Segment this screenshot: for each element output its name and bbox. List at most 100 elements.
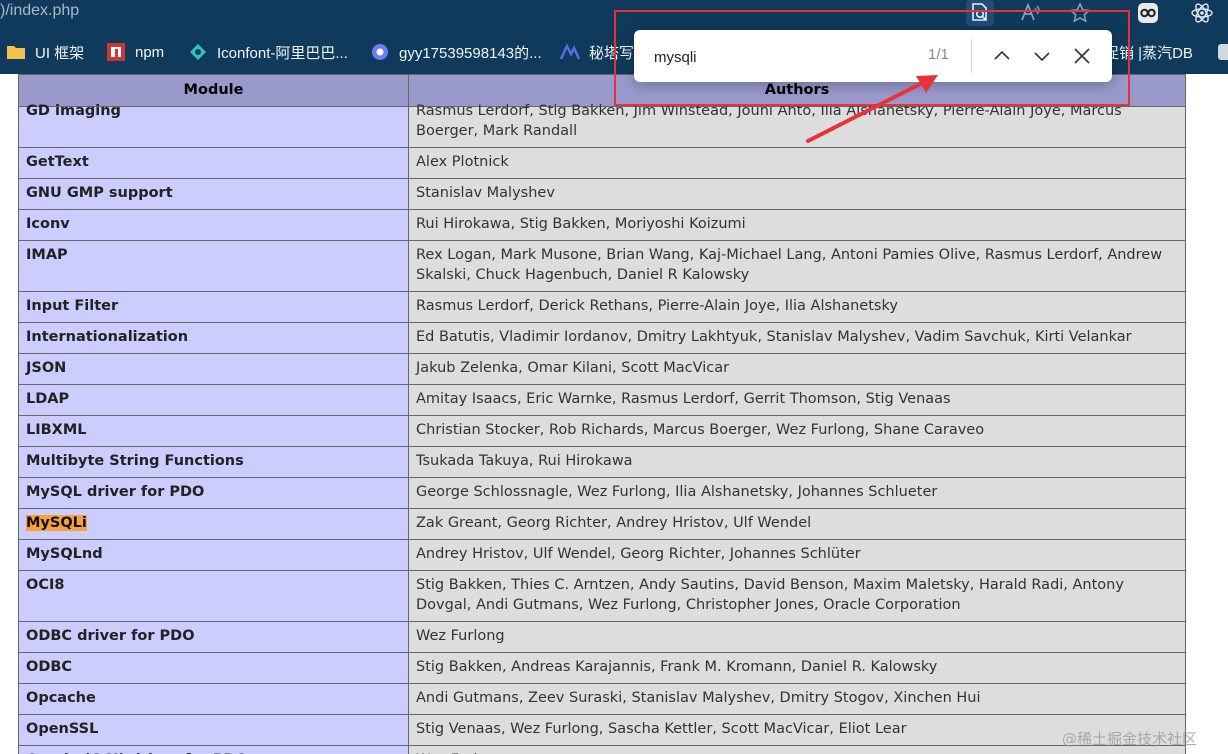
- extension-icon[interactable]: [1134, 0, 1162, 26]
- bookmark-label: gyy17539598143的...: [399, 44, 542, 62]
- module-cell: JSON: [18, 353, 409, 385]
- bookmark-label: npm: [135, 43, 165, 61]
- bookmark-label: 促销 |蒸汽DB: [1104, 44, 1193, 62]
- authors-text: Rasmus Lerdorf, Stig Bakken, Jim Winstea…: [416, 103, 1122, 139]
- module-cell: MySQLnd: [18, 539, 409, 571]
- authors-cell: George Schlossnagle, Wez Furlong, Ilia A…: [408, 477, 1186, 509]
- page-content: Module Authors GD imaging Rasmus Lerdorf,…: [0, 74, 1228, 754]
- table-row: MySQLi Zak Greant, Georg Richter, Andrey …: [18, 508, 1186, 540]
- find-input[interactable]: [654, 45, 924, 69]
- table-row: GetText Alex Plotnick: [18, 147, 1186, 179]
- bookmark-npm[interactable]: npm: [106, 30, 164, 74]
- authors-cell: Ed Batutis, Vladimir Iordanov, Dmitry La…: [408, 322, 1186, 354]
- find-close-button[interactable]: [1069, 43, 1095, 69]
- module-name: JSON: [26, 360, 67, 376]
- bookmark-metaso[interactable]: 秘塔写: [560, 30, 634, 74]
- module-name: LIBXML: [26, 422, 87, 438]
- authors-cell: Stig Bakken, Andreas Karajannis, Frank M…: [408, 652, 1186, 684]
- steamdb-icon: [1218, 44, 1228, 60]
- table-row: Oracle (OCI) driver for PDOWez Furlong: [18, 745, 1186, 754]
- watermark: @稀土掘金技术社区: [1062, 730, 1198, 748]
- module-name: OCI8: [26, 577, 65, 593]
- table-row: OCI8 Stig Bakken, Thies C. Arntzen, Andy …: [18, 570, 1186, 622]
- module-name: ODBC: [26, 659, 73, 675]
- authors-cell: Stanislav Malyshev: [408, 178, 1186, 210]
- table-row: GNU GMP support Stanislav Malyshev: [18, 178, 1186, 210]
- bookmark-label: 秘塔写: [589, 44, 635, 62]
- module-name-highlighted: MySQLi: [26, 515, 87, 531]
- module-cell: MySQL driver for PDO: [18, 477, 409, 509]
- module-name: OpenSSL: [26, 721, 99, 737]
- table-row: Input Filter Rasmus Lerdorf, Derick Retha…: [18, 291, 1186, 323]
- authors-text: Christian Stocker, Rob Richards, Marcus …: [416, 422, 985, 438]
- favorite-star-icon[interactable]: [1066, 0, 1094, 26]
- find-next-button[interactable]: [1029, 43, 1055, 69]
- find-separator: [971, 39, 972, 73]
- authors-cell: Tsukada Takuya, Rui Hirokawa: [408, 446, 1186, 478]
- chevron-down-icon: [1034, 52, 1050, 62]
- bookmark-more[interactable]: [1216, 30, 1228, 74]
- module-name: Multibyte String Functions: [26, 453, 244, 469]
- table-row: MySQL driver for PDO George Schlossnagle,…: [18, 477, 1186, 509]
- authors-cell: Rui Hirokawa, Stig Bakken, Moriyoshi Koi…: [408, 209, 1186, 241]
- authors-text: Stig Bakken, Andreas Karajannis, Frank M…: [416, 659, 938, 675]
- find-on-page-icon[interactable]: [966, 0, 994, 26]
- module-cell: Multibyte String Functions: [18, 446, 409, 478]
- module-cell: GNU GMP support: [18, 178, 409, 210]
- module-cell: GD imaging: [18, 103, 409, 148]
- table-row: LDAP Amitay Isaacs, Eric Warnke, Rasmus L…: [18, 384, 1186, 416]
- module-name: Iconv: [26, 216, 70, 232]
- table-row: ODBC driver for PDO Wez Furlong: [18, 621, 1186, 653]
- authors-text: Rex Logan, Mark Musone, Brian Wang, Kaj-…: [416, 247, 1163, 283]
- authors-cell: Wez Furlong: [408, 621, 1186, 653]
- close-icon: [1074, 48, 1090, 64]
- module-name: GetText: [26, 154, 89, 170]
- module-name: Opcache: [26, 690, 96, 706]
- authors-text: Wez Furlong: [416, 628, 505, 644]
- authors-cell: Andi Gutmans, Zeev Suraski, Stanislav Ma…: [408, 683, 1186, 715]
- authors-cell: Christian Stocker, Rob Richards, Marcus …: [408, 415, 1186, 447]
- table-row: OpenSSL Stig Venaas, Wez Furlong, Sascha …: [18, 714, 1186, 746]
- module-name: LDAP: [26, 391, 70, 407]
- table-row: Internationalization Ed Batutis, Vladimir…: [18, 322, 1186, 354]
- authors-text: George Schlossnagle, Wez Furlong, Ilia A…: [416, 484, 938, 500]
- authors-cell: Rasmus Lerdorf, Stig Bakken, Jim Winstea…: [408, 103, 1186, 148]
- table-row: Opcache Andi Gutmans, Zeev Suraski, Stani…: [18, 683, 1186, 715]
- module-cell: OCI8: [18, 570, 409, 622]
- find-bar: 1/1: [634, 30, 1112, 82]
- bookmark-ui-framework[interactable]: UI 框架: [6, 30, 84, 74]
- authors-cell: Amitay Isaacs, Eric Warnke, Rasmus Lerdo…: [408, 384, 1186, 416]
- module-name: GNU GMP support: [26, 185, 173, 201]
- metaso-icon: [560, 43, 580, 60]
- credits-table: Module Authors GD imaging Rasmus Lerdorf,…: [18, 74, 1186, 754]
- authors-text: Amitay Isaacs, Eric Warnke, Rasmus Lerdo…: [416, 391, 951, 407]
- bookmark-label: UI 框架: [35, 44, 85, 62]
- table-row: Multibyte String Functions Tsukada Takuya…: [18, 446, 1186, 478]
- authors-text: Jakub Zelenka, Omar Kilani, Scott MacVic…: [416, 360, 730, 376]
- bookmark-steamdb[interactable]: 促销 |蒸汽DB: [1104, 30, 1193, 74]
- authors-text: Stig Venaas, Wez Furlong, Sascha Kettler…: [416, 721, 907, 737]
- authors-cell: Rex Logan, Mark Musone, Brian Wang, Kaj-…: [408, 240, 1186, 292]
- npm-icon: [107, 43, 125, 61]
- module-cell: ODBC driver for PDO: [18, 621, 409, 653]
- authors-text: Tsukada Takuya, Rui Hirokawa: [416, 453, 633, 469]
- table-row: JSON Jakub Zelenka, Omar Kilani, Scott Ma…: [18, 353, 1186, 385]
- authors-cell: Zak Greant, Georg Richter, Andrey Hristo…: [408, 508, 1186, 540]
- read-aloud-icon[interactable]: [1016, 0, 1044, 26]
- react-devtools-icon[interactable]: [1188, 0, 1216, 26]
- address-bar: )/index.php: [0, 0, 1228, 30]
- iconfont-icon: [190, 44, 206, 60]
- module-cell: LIBXML: [18, 415, 409, 447]
- module-name: IMAP: [26, 247, 68, 263]
- module-name: MySQL driver for PDO: [26, 484, 205, 500]
- find-previous-button[interactable]: [989, 43, 1015, 69]
- authors-text: Andi Gutmans, Zeev Suraski, Stanislav Ma…: [416, 690, 981, 706]
- authors-text: Zak Greant, Georg Richter, Andrey Hristo…: [416, 515, 812, 531]
- url-text[interactable]: )/index.php: [0, 2, 79, 20]
- authors-cell: Rasmus Lerdorf, Derick Rethans, Pierre-A…: [408, 291, 1186, 323]
- table-row: ODBC Stig Bakken, Andreas Karajannis, Fra…: [18, 652, 1186, 684]
- bookmark-csdn[interactable]: gyy17539598143的...: [370, 30, 542, 74]
- csdn-icon: [372, 44, 388, 60]
- table-row: IMAP Rex Logan, Mark Musone, Brian Wang, …: [18, 240, 1186, 292]
- bookmark-iconfont[interactable]: Iconfont-阿里巴巴...: [188, 30, 348, 74]
